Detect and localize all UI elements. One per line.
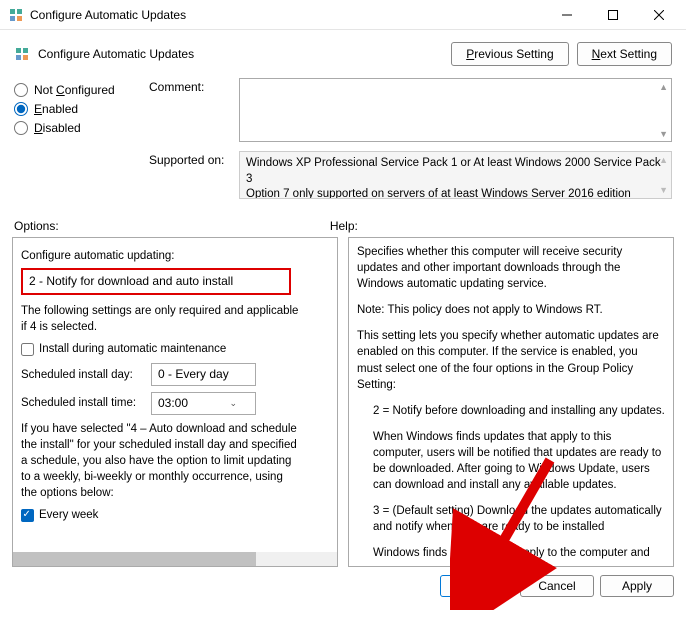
header: Configure Automatic Updates Previous Set… <box>0 30 686 74</box>
comment-textarea[interactable] <box>239 78 672 142</box>
titlebar: Configure Automatic Updates <box>0 0 686 30</box>
radio-enabled-input[interactable] <box>14 102 28 116</box>
radio-disabled[interactable]: Disabled <box>14 121 149 135</box>
help-text: Note: This policy does not apply to Wind… <box>357 302 665 318</box>
apply-button[interactable]: Apply <box>600 575 674 597</box>
ok-button[interactable]: OK <box>440 575 514 597</box>
policy-icon <box>14 46 30 62</box>
schedule-note-text: If you have selected "4 – Auto download … <box>21 421 301 501</box>
cancel-button[interactable]: Cancel <box>520 575 594 597</box>
header-title: Configure Automatic Updates <box>38 47 443 61</box>
help-section-label: Help: <box>330 219 646 233</box>
maximize-button[interactable] <box>590 0 636 30</box>
supported-on-text: Windows XP Professional Service Pack 1 o… <box>239 151 672 199</box>
help-text: This setting lets you specify whether au… <box>357 328 665 392</box>
help-text: Specifies whether this computer will rec… <box>357 244 665 292</box>
previous-setting-button[interactable]: Previous Setting <box>451 42 568 66</box>
scheduled-day-select[interactable]: 0 - Every day <box>151 363 256 386</box>
scheduled-day-label: Scheduled install day: <box>21 367 151 383</box>
help-text: Windows finds updates that apply to the … <box>357 545 665 561</box>
radio-not-configured-input[interactable] <box>14 83 28 97</box>
configure-updating-label: Configure automatic updating: <box>21 248 329 264</box>
help-text: When Windows finds updates that apply to… <box>357 429 665 493</box>
radio-disabled-input[interactable] <box>14 121 28 135</box>
radio-not-configured[interactable]: Not Configured <box>14 83 149 97</box>
scheduled-time-select[interactable]: 03:00⌄ <box>151 392 256 415</box>
state-radio-group: Not Configured Enabled Disabled <box>14 78 149 205</box>
options-section-label: Options: <box>14 219 330 233</box>
scheduled-time-label: Scheduled install time: <box>21 395 151 411</box>
every-week-checkbox[interactable]: Every week <box>21 507 329 523</box>
scroll-up-icon: ▲ <box>659 155 668 165</box>
radio-enabled[interactable]: Enabled <box>14 102 149 116</box>
window-title: Configure Automatic Updates <box>30 8 544 22</box>
supported-on-label: Supported on: <box>149 151 239 167</box>
scroll-down-icon: ▼ <box>659 185 668 195</box>
scroll-down-icon: ▼ <box>659 129 668 139</box>
next-setting-button[interactable]: Next Setting <box>577 42 672 66</box>
following-settings-text: The following settings are only required… <box>21 303 301 335</box>
horizontal-scrollbar[interactable] <box>13 552 337 566</box>
window-icon <box>8 7 24 23</box>
options-panel: Configure automatic updating: 2 - Notify… <box>12 237 338 567</box>
help-panel: Specifies whether this computer will rec… <box>348 237 674 567</box>
install-during-maintenance-checkbox[interactable]: Install during automatic maintenance <box>21 341 329 357</box>
chevron-down-icon: ⌄ <box>229 397 237 410</box>
help-text: 2 = Notify before downloading and instal… <box>357 403 665 419</box>
minimize-button[interactable] <box>544 0 590 30</box>
close-button[interactable] <box>636 0 682 30</box>
comment-label: Comment: <box>149 78 239 94</box>
footer: OK Cancel Apply <box>0 567 686 605</box>
configure-updating-select[interactable]: 2 - Notify for download and auto install <box>21 268 291 295</box>
help-text: 3 = (Default setting) Download the updat… <box>357 503 665 535</box>
checkbox-checked-icon <box>21 509 34 522</box>
scroll-up-icon: ▲ <box>659 82 668 92</box>
